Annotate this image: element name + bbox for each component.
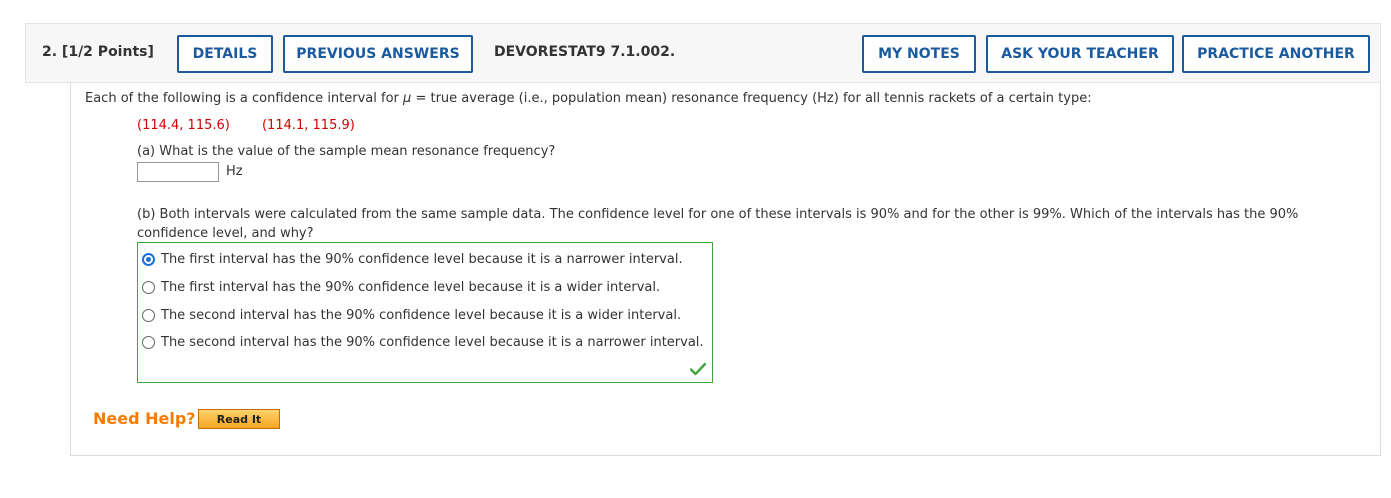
radio-unselected[interactable] — [142, 281, 155, 294]
need-help-label: Need Help? — [93, 409, 196, 428]
question-header: 2. [1/2 Points] DETAILS PREVIOUS ANSWERS… — [25, 23, 1381, 83]
ask-your-teacher-button[interactable]: ASK YOUR TEACHER — [986, 35, 1174, 73]
choice-4[interactable]: The second interval has the 90% confiden… — [142, 335, 704, 350]
interval-first: (114.4, 115.6) — [137, 118, 230, 133]
choice-label: The first interval has the 90% confidenc… — [161, 252, 683, 267]
assignment-code: DEVORESTAT9 7.1.002. — [494, 44, 676, 60]
unit-label: Hz — [226, 164, 243, 179]
intro-text-after: = true average (i.e., population mean) r… — [411, 91, 1092, 106]
radio-unselected[interactable] — [142, 336, 155, 349]
my-notes-button[interactable]: MY NOTES — [862, 35, 976, 73]
choice-label: The first interval has the 90% confidenc… — [161, 280, 661, 295]
choice-1[interactable]: The first interval has the 90% confidenc… — [142, 252, 683, 267]
part-b-prompt: (b) Both intervals were calculated from … — [137, 207, 1299, 241]
sample-mean-input[interactable] — [137, 162, 219, 182]
details-button[interactable]: DETAILS — [177, 35, 273, 73]
answer-choices: The first interval has the 90% confidenc… — [137, 242, 713, 383]
interval-second: (114.1, 115.9) — [261, 118, 355, 133]
choice-label: The second interval has the 90% confiden… — [161, 335, 704, 350]
question-intro: Each of the following is a confidence in… — [85, 91, 1092, 106]
previous-answers-button[interactable]: PREVIOUS ANSWERS — [283, 35, 473, 73]
radio-selected[interactable] — [142, 253, 155, 266]
radio-unselected[interactable] — [142, 309, 155, 322]
check-icon — [690, 362, 706, 376]
part-a-prompt: (a) What is the value of the sample mean… — [137, 144, 556, 159]
question-points-label: 2. [1/2 Points] — [42, 44, 154, 60]
choice-3[interactable]: The second interval has the 90% confiden… — [142, 308, 681, 323]
intervals: (114.4, 115.6) (114.1, 115.9) — [137, 118, 383, 133]
choice-2[interactable]: The first interval has the 90% confidenc… — [142, 280, 660, 295]
intro-text-before: Each of the following is a confidence in… — [85, 91, 404, 106]
choice-label: The second interval has the 90% confiden… — [161, 308, 682, 323]
practice-another-button[interactable]: PRACTICE ANOTHER — [1182, 35, 1370, 73]
read-it-button[interactable]: Read It — [198, 409, 280, 429]
